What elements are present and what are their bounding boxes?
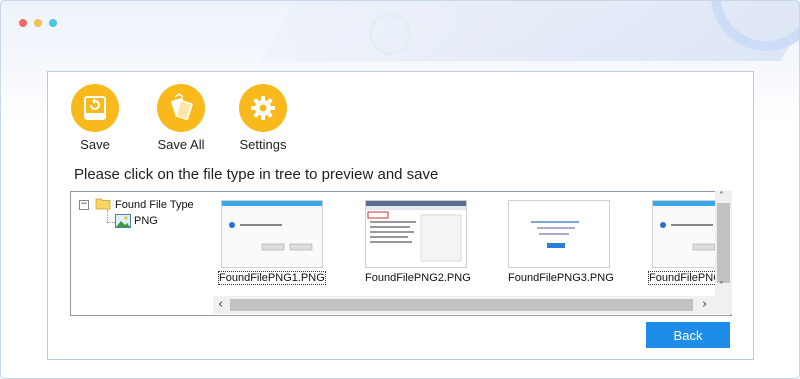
file-name[interactable]: FoundFilePNG1.PNG <box>218 271 326 285</box>
vertical-scroll-thumb[interactable] <box>717 203 730 283</box>
close-dot[interactable] <box>19 19 27 27</box>
save-all-icon <box>157 84 205 132</box>
file-name[interactable]: FoundFilePNG2.PNG <box>365 272 471 284</box>
image-file-icon <box>115 214 131 233</box>
decorative-ring <box>711 1 799 51</box>
recovery-panel: Save Save All Settings Please click on t… <box>47 71 754 360</box>
minimize-dot[interactable] <box>34 19 42 27</box>
save-icon <box>71 84 119 132</box>
horizontal-scrollbar[interactable]: ‹ › <box>213 296 715 314</box>
file-thumbnail[interactable] <box>221 200 323 268</box>
file-thumbnail[interactable] <box>508 200 610 268</box>
decorative-ring-small <box>369 13 411 55</box>
folder-icon <box>95 197 111 215</box>
file-name[interactable]: FoundFilePNG3.PNG <box>508 272 614 284</box>
file-type-tree: − Found File Type PNG <box>70 191 214 316</box>
back-button[interactable]: Back <box>646 322 730 348</box>
app-window: Save Save All Settings Please click on t… <box>0 0 800 379</box>
scroll-up-arrow[interactable]: ˄ <box>719 191 724 202</box>
gear-icon <box>239 84 287 132</box>
save-all-button[interactable]: Save All <box>157 84 205 152</box>
save-button[interactable]: Save <box>71 84 119 152</box>
save-all-label: Save All <box>157 137 205 152</box>
tree-node-png[interactable]: PNG <box>134 215 158 227</box>
tree-connector <box>107 210 108 222</box>
instruction-text: Please click on the file type in tree to… <box>74 166 439 183</box>
scroll-down-arrow[interactable]: ˅ <box>719 281 724 292</box>
save-label: Save <box>80 137 110 152</box>
maximize-dot[interactable] <box>49 19 57 27</box>
collapse-toggle[interactable]: − <box>79 200 89 210</box>
header-decoration <box>260 1 799 61</box>
window-controls <box>19 19 57 27</box>
scroll-right-arrow[interactable]: › <box>702 297 707 312</box>
file-name[interactable]: FoundFilePNG <box>648 271 723 285</box>
settings-label: Settings <box>239 137 287 152</box>
horizontal-scroll-thumb[interactable] <box>230 299 693 311</box>
scroll-left-arrow[interactable]: ‹ <box>218 297 223 312</box>
tree-node-found-file-type[interactable]: Found File Type <box>115 199 194 211</box>
tree-connector-h <box>107 222 115 223</box>
settings-button[interactable]: Settings <box>239 84 287 152</box>
file-thumbnail[interactable] <box>365 200 467 268</box>
vertical-scrollbar[interactable]: ˄ ˅ <box>715 191 732 295</box>
scroll-corner <box>715 295 732 314</box>
